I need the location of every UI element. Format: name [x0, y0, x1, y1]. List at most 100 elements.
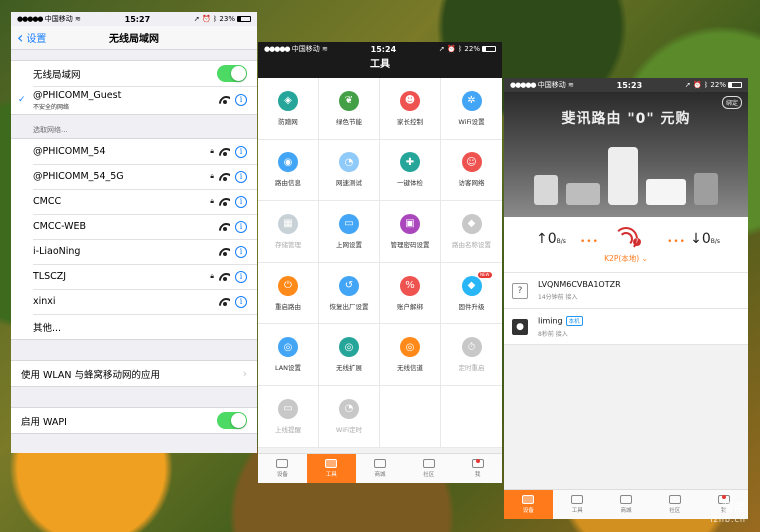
tool-item[interactable]: ✚ 一键体检: [380, 139, 441, 202]
device-row[interactable]: ? LVQNM6CVBA1OTZR 14分钟前 接入: [504, 273, 748, 309]
tab-label: 商城: [374, 472, 386, 478]
info-button[interactable]: i: [235, 245, 247, 258]
page-title: 工具: [370, 59, 390, 70]
wifi-status-icon: ≋: [568, 81, 574, 89]
shield-wifi-icon: ◈: [278, 90, 298, 111]
tab-device[interactable]: 设备: [258, 454, 307, 483]
tool-item[interactable]: ◆ 路由名称设置: [441, 201, 502, 263]
checkmark-icon: ✓: [18, 95, 26, 105]
network-name: @PHICOMM_54_5G: [33, 171, 124, 182]
tool-item[interactable]: ◎ 无线信道: [380, 324, 441, 386]
tab-community[interactable]: 社区: [404, 454, 453, 483]
tool-item[interactable]: ❦ 绿色节能: [319, 78, 380, 140]
restart-icon: ⏻: [278, 275, 298, 296]
router-name-dropdown[interactable]: K2P(本地) ⌄: [504, 253, 748, 264]
network-row[interactable]: TLSCZJ 🔒︎ i: [11, 264, 257, 289]
bind-button[interactable]: 绑定: [721, 96, 742, 109]
tool-item[interactable]: ✲ WiFi设置: [441, 78, 502, 140]
wifi-strength-icon: [219, 173, 230, 181]
tool-item[interactable]: ◈ 防蹭网: [258, 78, 319, 140]
tool-label: WiFi设置: [458, 117, 485, 126]
tool-item[interactable]: ▭ 上线提醒: [258, 385, 319, 448]
device-name: liming: [538, 316, 563, 325]
tab-store[interactable]: 商城: [602, 490, 651, 519]
tool-item[interactable]: ☻ 家长控制: [380, 78, 441, 140]
network-row[interactable]: CMCC-WEB i: [11, 214, 257, 239]
bluetooth-icon: ᛒ: [457, 45, 463, 53]
network-row[interactable]: CMCC 🔒︎ i: [11, 189, 257, 214]
battery-icon: [236, 16, 251, 22]
router-product-image: [646, 179, 686, 205]
info-button[interactable]: i: [235, 145, 247, 158]
info-button[interactable]: i: [235, 270, 247, 283]
tool-item[interactable]: ⏱ 定时重启: [441, 324, 502, 386]
tab-toolbox[interactable]: 工具: [553, 490, 602, 519]
tab-toolbox[interactable]: 工具: [306, 454, 356, 483]
other-network-row[interactable]: 其他...: [11, 314, 257, 339]
upload-speed: ↑0B/s: [536, 231, 566, 247]
tool-item[interactable]: ◎ 无线扩展: [319, 324, 380, 386]
tool-label: 管理密码设置: [390, 240, 430, 249]
network-row[interactable]: @PHICOMM_54 🔒︎ i: [11, 139, 257, 164]
tool-item[interactable]: % 账户解绑: [380, 262, 441, 325]
clock: 15:24: [370, 44, 397, 54]
community-icon: [422, 459, 435, 468]
alarm-icon: ⏰: [447, 45, 456, 53]
tool-item[interactable]: ◔ WiFi定时: [319, 385, 380, 448]
wapi-row: 启用 WAPI: [11, 408, 257, 433]
info-button[interactable]: i: [235, 195, 247, 208]
carrier-label: 中国移动: [537, 81, 566, 89]
tab-device[interactable]: 设备: [504, 490, 553, 519]
tab-profile[interactable]: 我: [453, 454, 502, 483]
lock-icon: 🔒︎: [210, 172, 214, 180]
info-button[interactable]: i: [235, 170, 247, 183]
wifi-status-icon: ≋: [322, 45, 328, 53]
router-status-icon[interactable]: ?: [613, 227, 641, 251]
tool-item[interactable]: ⏻ 重启路由: [258, 262, 319, 325]
tool-item[interactable]: ☺ 访客网络: [441, 140, 502, 202]
lock-icon: 🔒︎: [210, 147, 214, 155]
new-badge: NEW: [478, 271, 492, 278]
device-row[interactable]: ● liming 本机 8秒前 接入: [504, 309, 748, 345]
location-icon: ➚: [193, 15, 200, 23]
info-button[interactable]: i: [235, 94, 247, 106]
router-product-image: [694, 173, 718, 205]
factory-reset-icon: ↺: [339, 275, 359, 296]
tool-item[interactable]: ▦ 存储管理: [258, 201, 319, 263]
wapi-toggle[interactable]: [217, 412, 247, 429]
tool-item[interactable]: ◎ LAN设置: [258, 324, 319, 386]
battery-percent: 23%: [219, 15, 235, 23]
back-button[interactable]: ‹ 设置: [11, 29, 46, 45]
tool-item[interactable]: ◔ 网速测试: [319, 139, 380, 202]
network-row[interactable]: @PHICOMM_54_5G 🔒︎ i: [11, 164, 257, 189]
gear-icon: ✲: [461, 90, 482, 111]
network-row[interactable]: i-LiaoNing i: [11, 239, 257, 264]
arrow-up-icon: ↑: [536, 231, 548, 247]
tool-item[interactable]: ▭ 上网设置: [319, 201, 380, 263]
tool-label: WiFi定时: [335, 425, 363, 434]
tool-item[interactable]: ◉ 路由信息: [258, 139, 319, 202]
chevron-down-icon: ⌄: [639, 254, 648, 263]
info-button[interactable]: i: [235, 295, 247, 308]
tab-store[interactable]: 商城: [356, 454, 405, 483]
wlan-apps-row[interactable]: 使用 WLAN 与蜂窝移动网的应用 ›: [11, 361, 257, 386]
network-name: CMCC: [33, 196, 62, 207]
empty-cell: [441, 386, 502, 448]
device-list: ? LVQNM6CVBA1OTZR 14分钟前 接入 ● liming 本机 8秒前 接入: [504, 273, 748, 345]
info-button[interactable]: i: [235, 220, 247, 233]
battery-icon: [727, 82, 742, 88]
signal-icon: ●●●●●: [264, 45, 291, 53]
chevron-right-icon: ›: [242, 367, 247, 380]
wlan-toggle[interactable]: [217, 65, 247, 82]
network-row[interactable]: xinxi i: [11, 289, 257, 314]
connected-network-subtitle: 不安全的网络: [33, 103, 70, 111]
tool-item[interactable]: ↺ 恢复出厂设置: [319, 262, 380, 325]
tab-community[interactable]: 社区: [650, 490, 699, 519]
tool-item[interactable]: ◆ NEW 固件升级: [441, 263, 502, 325]
online-alert-icon: ▭: [278, 398, 298, 419]
tool-item[interactable]: ▣ 管理密码设置: [380, 201, 441, 263]
connected-network-row[interactable]: ✓ @PHICOMM_Guest 不安全的网络 i: [11, 86, 257, 114]
network-name: TLSCZJ: [33, 271, 67, 282]
promo-banner[interactable]: 斐讯路由 "0" 元购 绑定: [504, 92, 748, 217]
tag-icon: ◆: [461, 213, 482, 234]
